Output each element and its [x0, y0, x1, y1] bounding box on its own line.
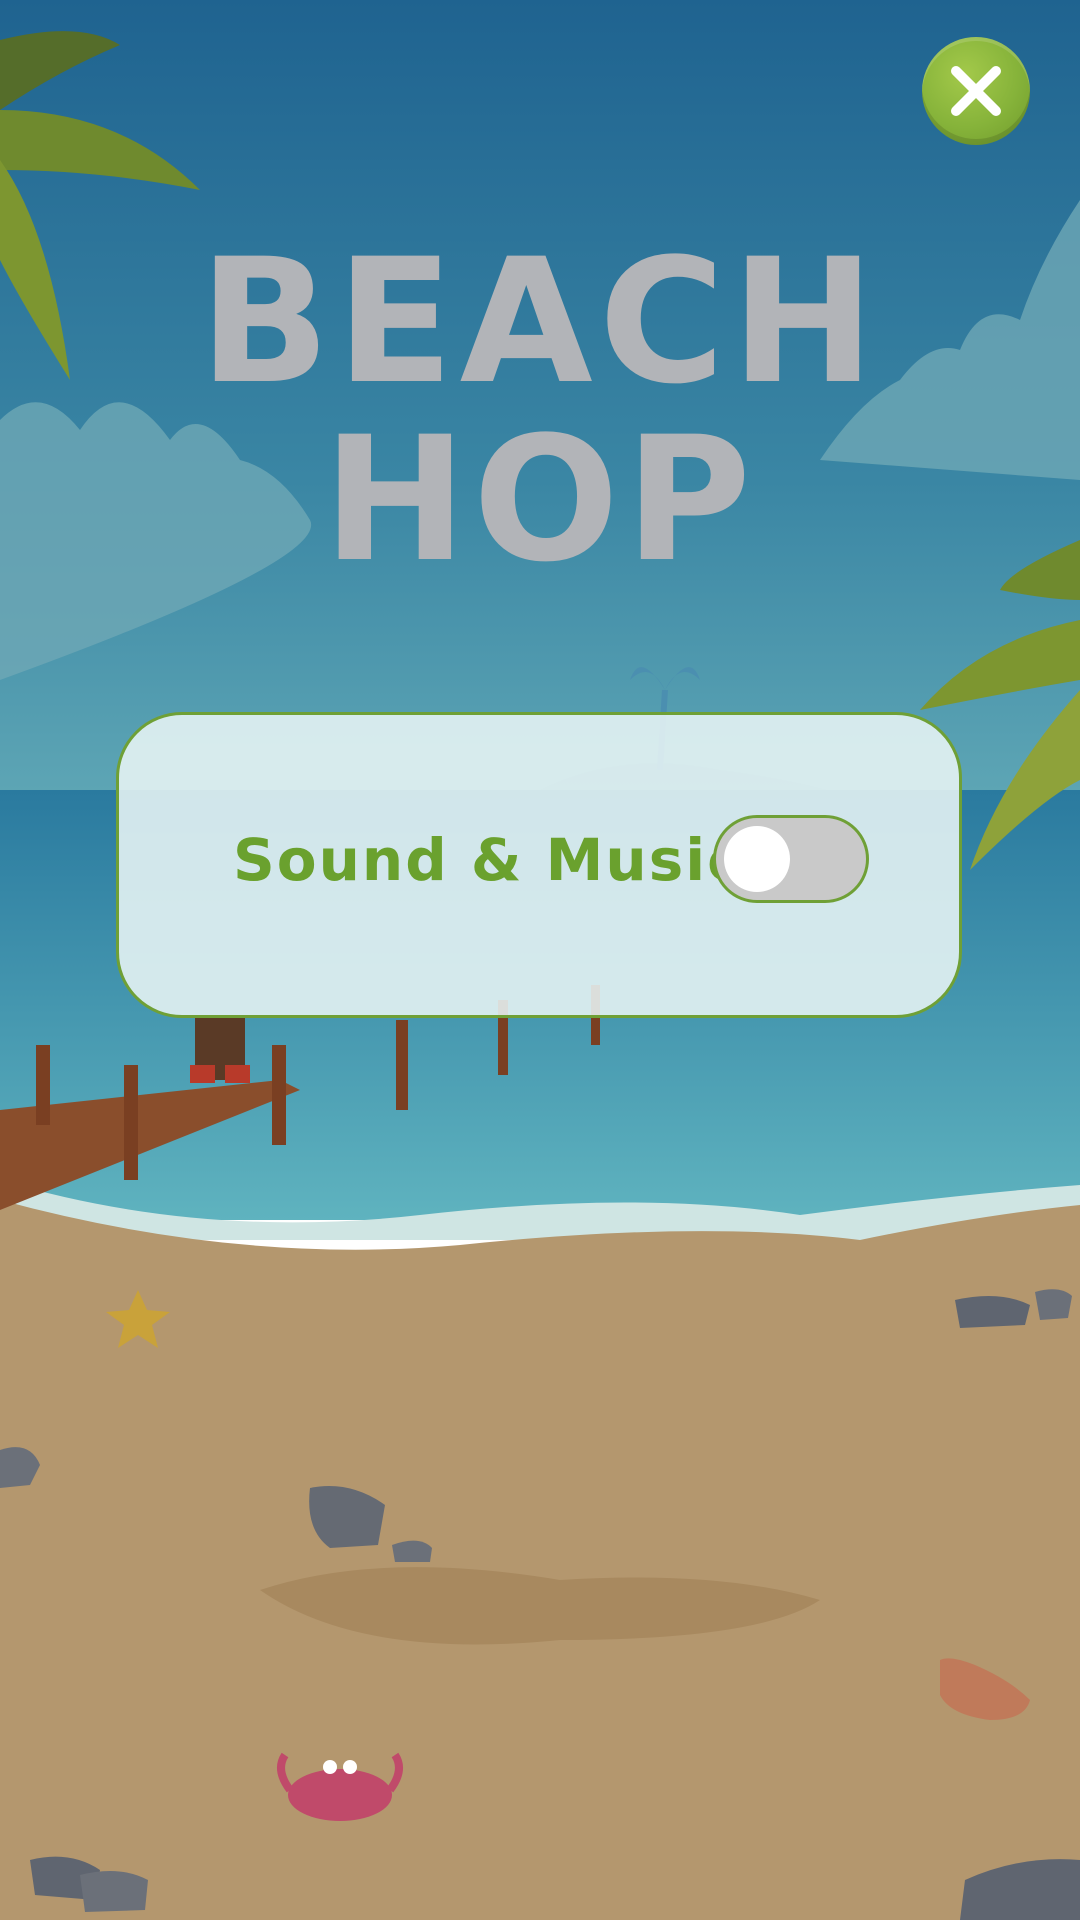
- sound-music-toggle[interactable]: [713, 815, 869, 903]
- close-icon: [951, 66, 1001, 116]
- close-button[interactable]: [922, 37, 1030, 145]
- toggle-knob: [724, 826, 790, 892]
- game-title-line-2: HOP: [322, 399, 758, 600]
- game-title-line-1: BEACH: [199, 221, 881, 422]
- sound-music-label: Sound & Music: [233, 826, 744, 894]
